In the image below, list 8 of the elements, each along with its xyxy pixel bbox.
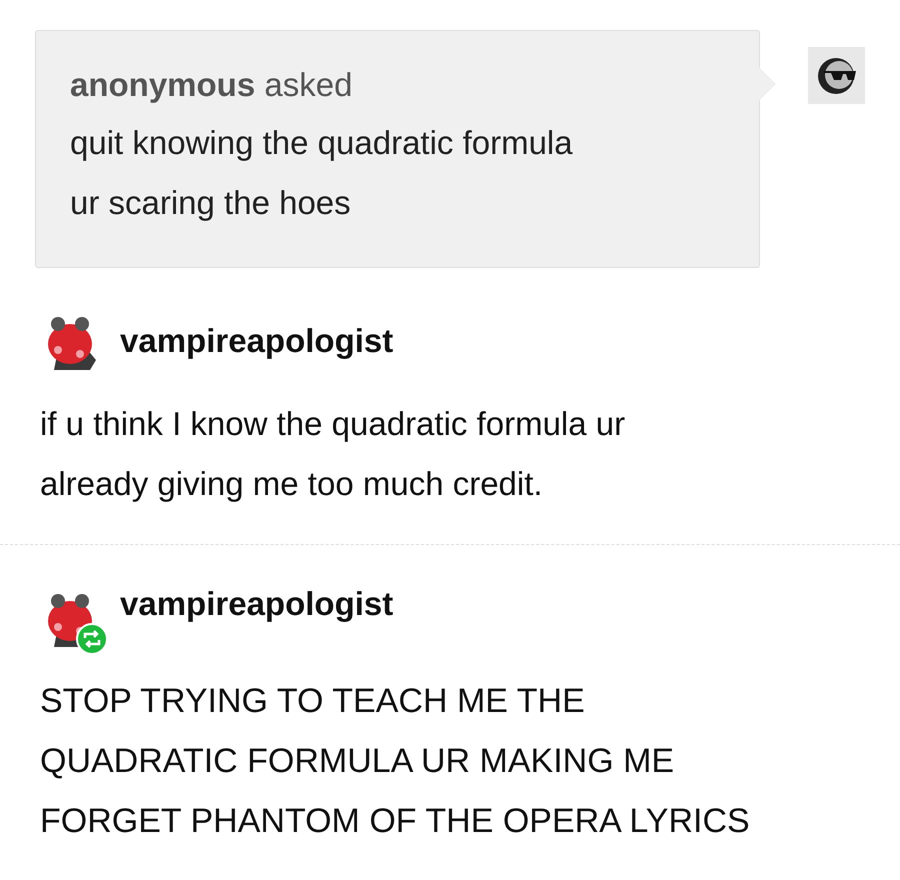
asker-label: anonymous asked bbox=[70, 65, 354, 105]
post-text: STOP TRYING TO TEACH ME THE QUADRATIC FORMULA UR MAKING ME FORGET PHANTOM OF THE OPERA LYRICS bbox=[40, 681, 751, 842]
question-text: quit knowing the quadratic formula ur scaring the hoes bbox=[70, 123, 574, 223]
reblog-icon bbox=[76, 623, 108, 655]
sunglasses-avatar-icon[interactable] bbox=[808, 47, 865, 104]
username-link[interactable]: vampireapologist bbox=[120, 316, 394, 366]
username-link[interactable]: vampireapologist bbox=[120, 579, 394, 629]
post-text: if u think I know the quadratic formula ur already giving me too much credit. bbox=[40, 404, 626, 504]
